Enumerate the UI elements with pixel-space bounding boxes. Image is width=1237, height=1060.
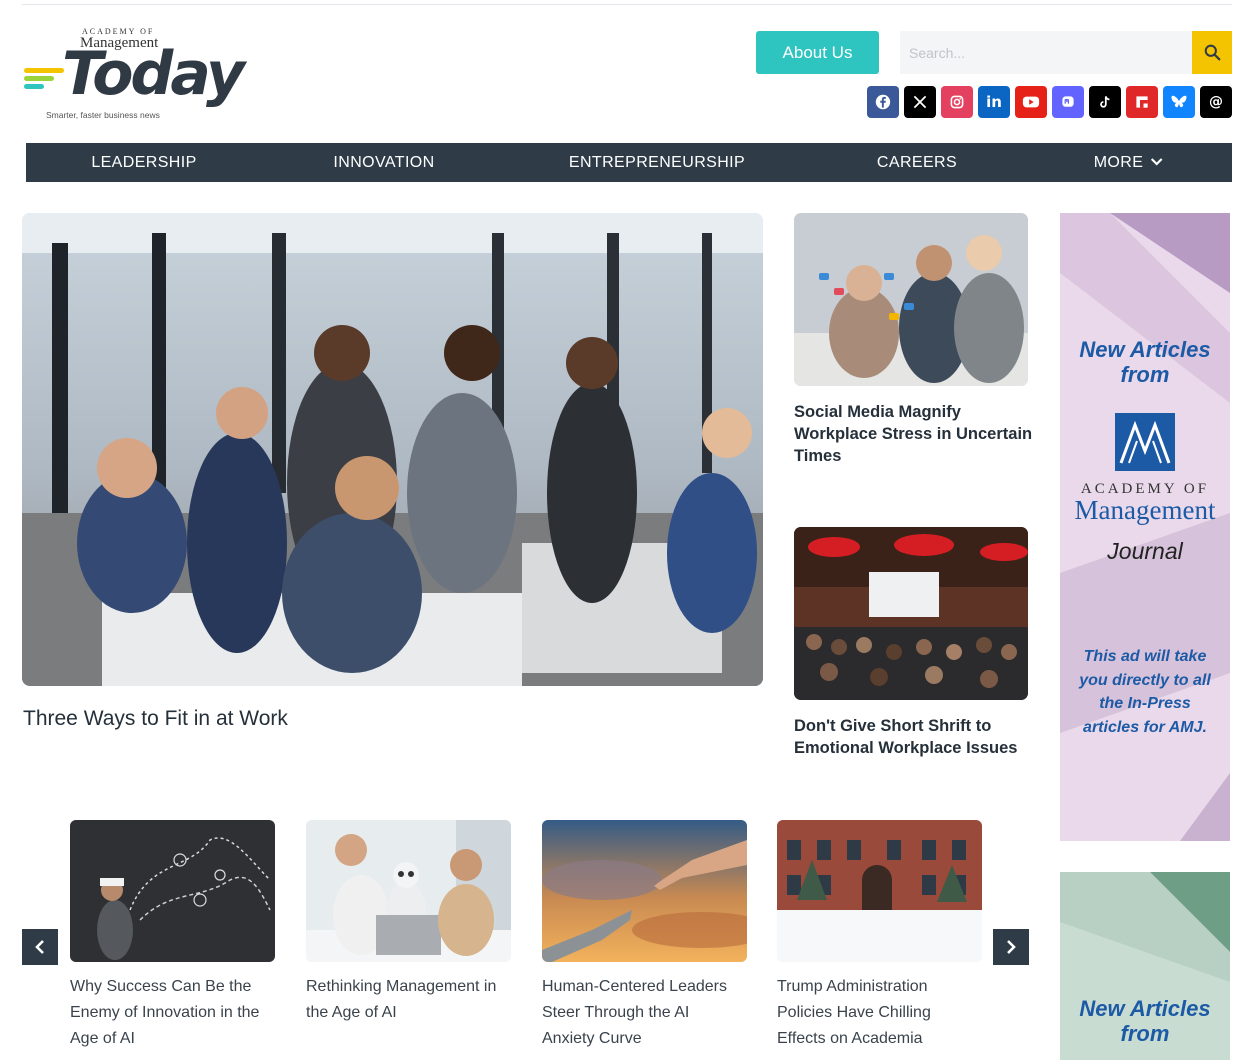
journal-ad[interactable]: New Articles from ACADEMY OF Management … [1060, 213, 1230, 841]
ad-body: This ad will take you directly to all th… [1079, 648, 1211, 736]
instagram-icon[interactable] [941, 86, 973, 118]
carousel-card-title[interactable]: Why Success Can Be the Enemy of Innovati… [70, 974, 270, 1052]
featured-article-image[interactable] [22, 213, 763, 686]
tiktok-icon[interactable] [1089, 86, 1121, 118]
nav-item-leadership[interactable]: LEADERSHIP [91, 143, 196, 182]
linkedin-icon[interactable]: in [978, 86, 1010, 118]
site-logo[interactable]: ACADEMY OF Management Today Smarter, fas… [24, 26, 245, 122]
search-input[interactable] [900, 31, 1192, 74]
nav-item-innovation[interactable]: INNOVATION [333, 143, 434, 182]
journal-ad[interactable]: New Articles from [1060, 872, 1230, 1060]
logo-tagline: Smarter, faster business news [46, 110, 160, 120]
youtube-icon[interactable] [1015, 86, 1047, 118]
featured-article-title[interactable]: Three Ways to Fit in at Work [23, 707, 288, 731]
chevron-right-icon [1007, 940, 1016, 954]
carousel-card-image[interactable] [70, 820, 275, 962]
side-article-title[interactable]: Don't Give Short Shrift to Emotional Wor… [794, 715, 1034, 759]
ad-brand-bottom: Management [1074, 495, 1216, 525]
ad-headline: New Articles from [1079, 337, 1211, 387]
nav-item-more[interactable]: MORE [1094, 143, 1163, 182]
carousel-card-image[interactable] [542, 820, 747, 962]
carousel-card-title[interactable]: Human-Centered Leaders Steer Through the… [542, 974, 742, 1052]
threads-icon[interactable]: @ [1200, 86, 1232, 118]
nav-item-careers[interactable]: CAREERS [877, 143, 957, 182]
x-icon[interactable] [904, 86, 936, 118]
chevron-left-icon [35, 940, 44, 954]
carousel-prev-button[interactable] [22, 929, 58, 965]
carousel-card-image[interactable] [777, 820, 982, 962]
nav-more-label: MORE [1093, 154, 1144, 172]
side-article-image[interactable] [794, 527, 1028, 700]
top-divider [22, 4, 1232, 5]
main-navigation: LEADERSHIP INNOVATION ENTREPRENEURSHIP C… [26, 143, 1232, 182]
bluesky-icon[interactable] [1163, 86, 1195, 118]
carousel-card-title[interactable]: Trump Administration Policies Have Chill… [777, 974, 977, 1052]
search-button[interactable] [1192, 31, 1232, 74]
side-article-title[interactable]: Social Media Magnify Workplace Stress in… [794, 401, 1034, 467]
chevron-down-icon [1150, 143, 1163, 183]
ad-journal: Journal [1107, 538, 1183, 564]
side-article-image[interactable] [794, 213, 1028, 386]
facebook-icon[interactable] [867, 86, 899, 118]
carousel-next-button[interactable] [993, 929, 1029, 965]
ad-headline: New Articles from [1079, 996, 1211, 1046]
logo-today-text: Today [62, 39, 245, 109]
mastodon-icon[interactable] [1052, 86, 1084, 118]
aom-logo-icon [1115, 413, 1175, 471]
about-us-button[interactable]: About Us [756, 31, 879, 74]
flipboard-icon[interactable] [1126, 86, 1158, 118]
carousel-card-image[interactable] [306, 820, 511, 962]
carousel-card-title[interactable]: Rethinking Management in the Age of AI [306, 974, 506, 1026]
search-icon [1204, 44, 1220, 61]
social-links: in @ [867, 86, 1232, 118]
nav-item-entrepreneurship[interactable]: ENTREPRENEURSHIP [569, 143, 745, 182]
